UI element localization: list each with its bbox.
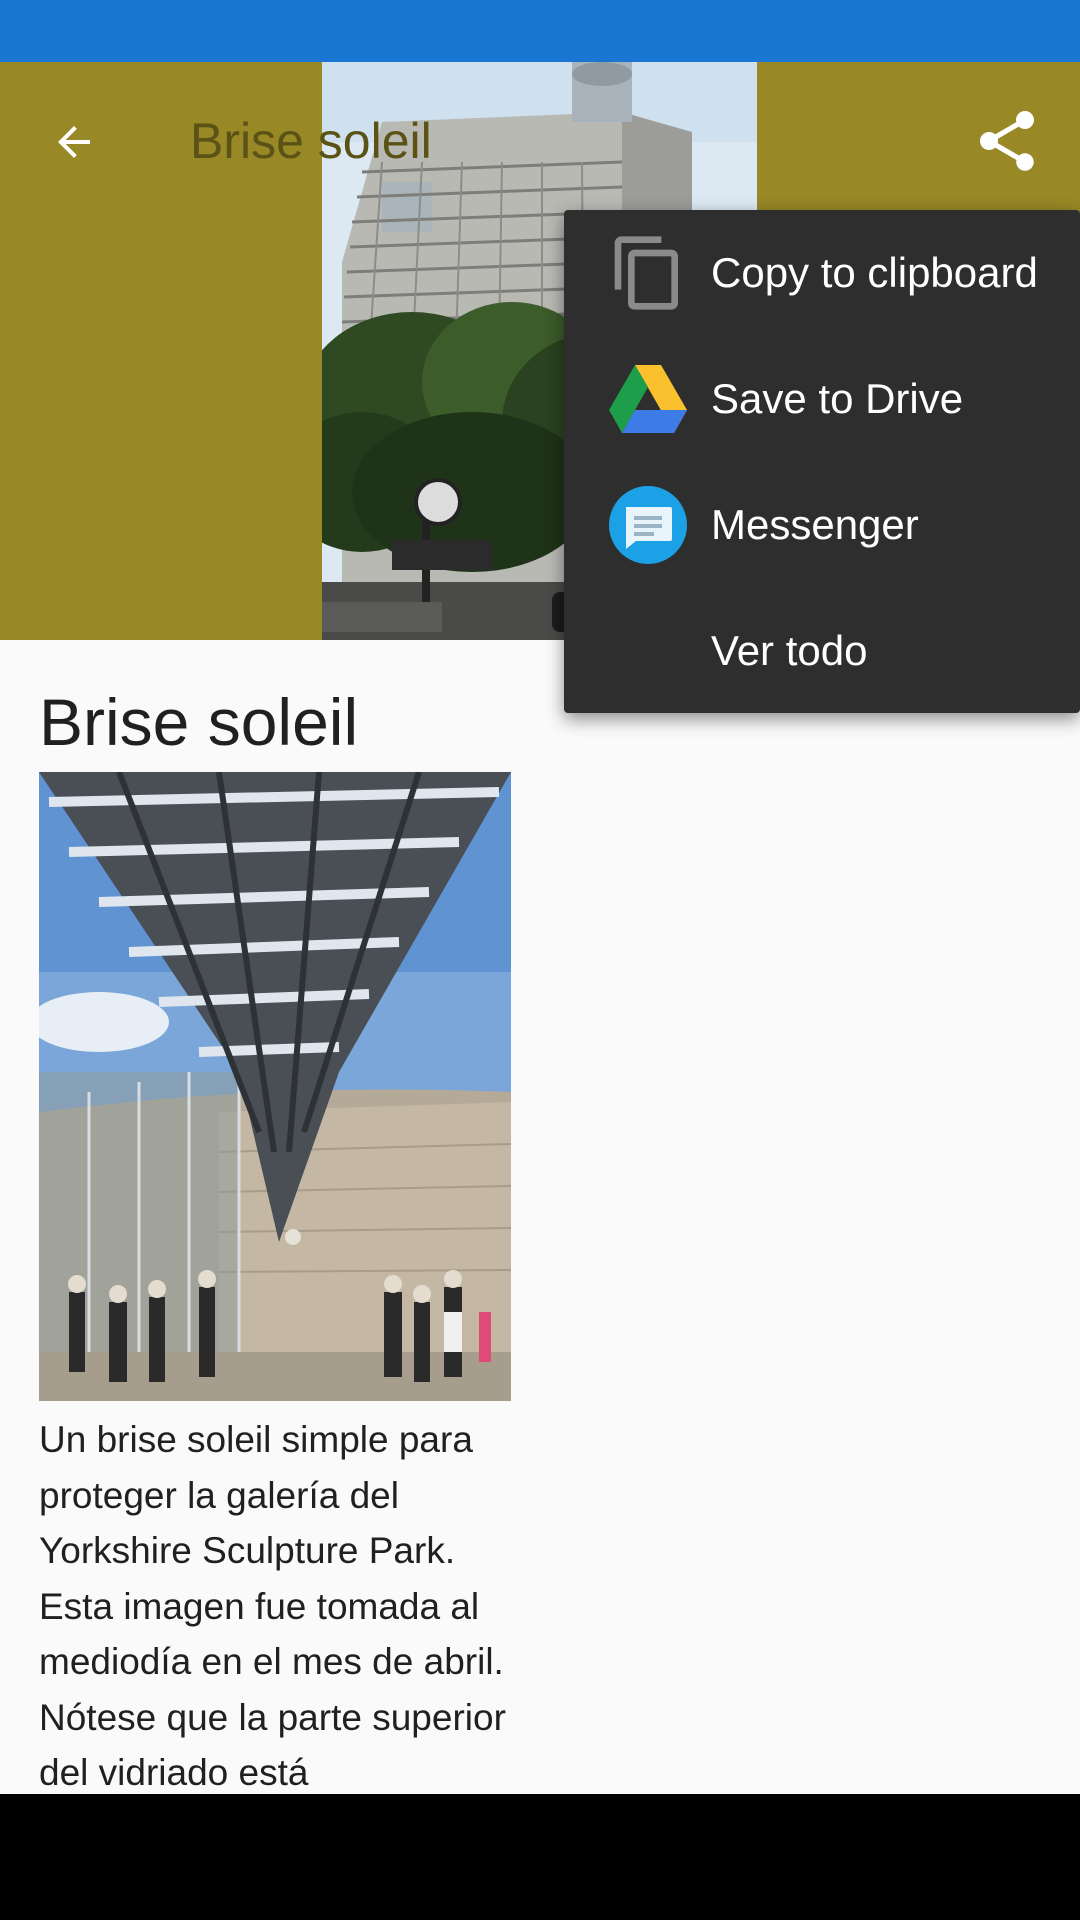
menu-item-label: Ver todo — [711, 627, 868, 674]
article-content: Brise soleil Un brise soleil simple para… — [0, 640, 1080, 1794]
messenger-icon — [608, 485, 688, 565]
menu-item-label: Save to Drive — [711, 375, 964, 422]
article-title: Brise soleil — [39, 685, 359, 759]
share-icon — [980, 111, 1034, 171]
menu-item-messenger[interactable]: Messenger — [564, 462, 1080, 588]
menu-item-ver-todo[interactable]: Ver todo — [564, 588, 1080, 714]
copy-icon — [608, 233, 688, 313]
google-drive-icon — [608, 359, 688, 439]
article-image[interactable] — [39, 772, 511, 1401]
back-button[interactable] — [34, 102, 114, 182]
navigation-bar — [0, 1794, 1080, 1920]
menu-item-label: Messenger — [711, 501, 919, 548]
menu-item-copy-to-clipboard[interactable]: Copy to clipboard — [564, 210, 1080, 336]
share-button[interactable] — [962, 96, 1052, 186]
article-body: Un brise soleil simple para proteger la … — [39, 1419, 506, 1793]
arrow-back-icon — [58, 126, 90, 158]
menu-item-label: Copy to clipboard — [711, 249, 1038, 296]
share-menu: Copy to clipboard Save to Drive Messenge… — [564, 210, 1080, 713]
status-bar — [0, 0, 1080, 62]
menu-item-save-to-drive[interactable]: Save to Drive — [564, 336, 1080, 462]
toolbar-title: Brise soleil — [190, 113, 432, 169]
app-screen: Brise soleil Brise soleil Un brise solei… — [0, 0, 1080, 1920]
